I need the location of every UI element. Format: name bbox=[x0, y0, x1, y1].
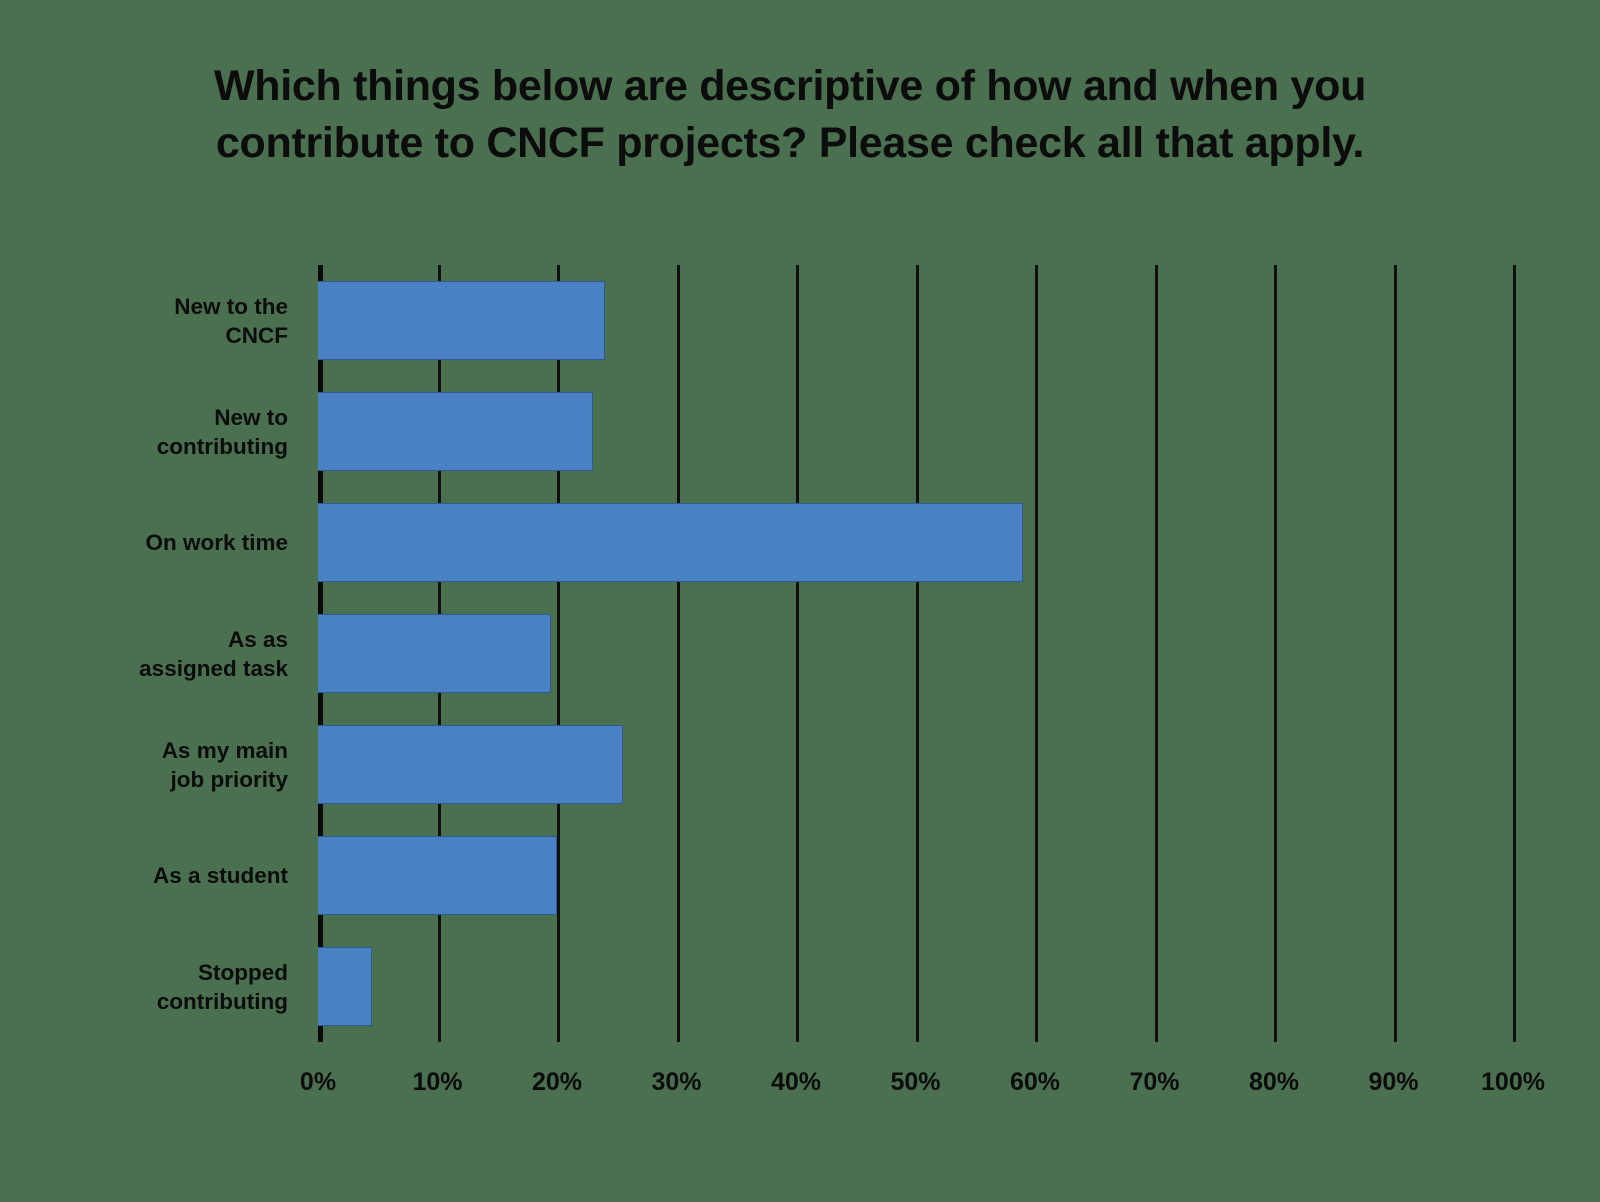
bar[interactable] bbox=[318, 613, 552, 694]
bar-row bbox=[318, 613, 1513, 694]
bar[interactable] bbox=[318, 724, 623, 805]
category-label: As as assigned task bbox=[28, 625, 288, 684]
x-axis-tick-labels: 0% 10% 20% 30% 40% 50% 60% 70% 80% 90% 100% bbox=[0, 1068, 1600, 1118]
bar-chart: Which things below are descriptive of ho… bbox=[0, 0, 1600, 1202]
category-label-line: Stopped bbox=[198, 959, 288, 985]
gridline-100% bbox=[1513, 265, 1516, 1042]
category-label: On work time bbox=[28, 528, 288, 557]
category-label-line: As my main bbox=[161, 737, 288, 763]
bar[interactable] bbox=[318, 946, 372, 1027]
x-tick-label: 30% bbox=[651, 1068, 702, 1096]
bar-row bbox=[318, 391, 1513, 472]
x-tick-label: 10% bbox=[412, 1068, 463, 1096]
x-tick-label: 0% bbox=[299, 1068, 337, 1096]
bar-row bbox=[318, 502, 1513, 583]
bar[interactable] bbox=[318, 391, 593, 472]
bar-row bbox=[318, 835, 1513, 916]
category-label-line: contributing bbox=[156, 433, 288, 459]
category-label-line: On work time bbox=[145, 530, 288, 555]
x-tick-label: 40% bbox=[770, 1068, 822, 1096]
category-label-line: As a student bbox=[152, 863, 288, 888]
bar-row bbox=[318, 280, 1513, 361]
category-label-line: New to the bbox=[174, 293, 288, 319]
bar-row bbox=[318, 946, 1513, 1027]
category-label: As my main job priority bbox=[28, 736, 288, 795]
x-tick-label: 80% bbox=[1248, 1068, 1300, 1096]
x-tick-label: 50% bbox=[890, 1068, 941, 1096]
bar[interactable] bbox=[318, 835, 557, 916]
category-labels: New to the CNCF New to contributing On work … bbox=[0, 265, 300, 1042]
category-label: As a student bbox=[28, 861, 288, 890]
category-label-line: assigned task bbox=[139, 655, 288, 681]
category-label: New to contributing bbox=[28, 403, 288, 462]
category-label: Stopped contributing bbox=[28, 958, 288, 1017]
bar-row bbox=[318, 724, 1513, 805]
category-label-line: New to bbox=[214, 404, 288, 430]
category-label-line: As as bbox=[227, 626, 288, 652]
bar[interactable] bbox=[318, 502, 1024, 583]
category-label: New to the CNCF bbox=[28, 292, 288, 351]
chart-title: Which things below are descriptive of ho… bbox=[213, 62, 1367, 168]
bar[interactable] bbox=[318, 280, 605, 361]
x-tick-label: 60% bbox=[1009, 1068, 1061, 1096]
x-tick-label: 100% bbox=[1481, 1068, 1545, 1096]
category-label-line: CNCF bbox=[225, 322, 289, 348]
x-tick-label: 70% bbox=[1129, 1068, 1180, 1096]
category-label-line: job priority bbox=[170, 766, 289, 792]
bars-layer bbox=[318, 265, 1513, 1042]
category-label-line: contributing bbox=[156, 988, 288, 1014]
x-tick-label: 90% bbox=[1368, 1068, 1419, 1096]
x-tick-label: 20% bbox=[531, 1068, 583, 1096]
